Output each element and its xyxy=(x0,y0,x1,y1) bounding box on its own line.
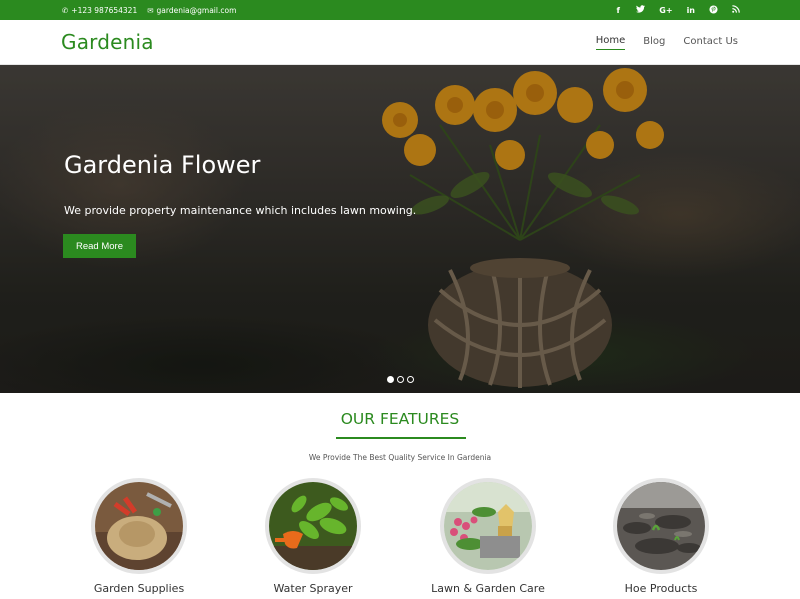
feature-label[interactable]: Lawn & Garden Care xyxy=(398,582,578,595)
envelope-icon: ✉ xyxy=(147,5,154,15)
feature-label[interactable]: Garden Supplies xyxy=(49,582,229,595)
main-navigation: Home Blog Contact Us xyxy=(595,20,738,65)
email-contact[interactable]: ✉ gardenia@gmail.com xyxy=(147,6,236,15)
contact-info: ✆ +123 987654321 ✉ gardenia@gmail.com xyxy=(62,0,236,20)
hero-title: Gardenia Flower xyxy=(64,151,261,179)
lawn-garden-care-image[interactable] xyxy=(440,478,536,574)
site-header: Gardenia Home Blog Contact Us xyxy=(0,20,800,65)
hero-overlay xyxy=(0,65,800,393)
nav-item-home[interactable]: Home xyxy=(595,35,626,50)
twitter-icon[interactable] xyxy=(636,5,646,15)
feature-card-hoe-products[interactable]: Hoe Products xyxy=(611,478,711,595)
pinterest-icon[interactable] xyxy=(709,4,718,16)
hero-subtitle: We provide property maintenance which in… xyxy=(64,204,417,217)
read-more-button[interactable]: Read More xyxy=(63,234,136,258)
nav-item-blog[interactable]: Blog xyxy=(643,36,665,50)
slider-dot-1[interactable] xyxy=(387,376,394,383)
email-address[interactable]: gardenia@gmail.com xyxy=(157,6,237,15)
facebook-icon[interactable]: f xyxy=(614,6,622,15)
rss-icon[interactable] xyxy=(732,5,740,15)
features-heading-underline xyxy=(336,437,466,439)
social-links: f G+ in xyxy=(614,0,740,20)
feature-label[interactable]: Hoe Products xyxy=(571,582,751,595)
feature-card-garden-supplies[interactable]: Garden Supplies xyxy=(89,478,189,595)
phone-icon: ✆ xyxy=(62,5,69,15)
phone-number: +123 987654321 xyxy=(71,5,138,15)
feature-label[interactable]: Water Sprayer xyxy=(223,582,403,595)
garden-supplies-image[interactable] xyxy=(91,478,187,574)
features-heading: OUR FEATURES xyxy=(340,410,460,428)
site-logo[interactable]: Gardenia xyxy=(61,30,154,54)
feature-card-water-sprayer[interactable]: Water Sprayer xyxy=(263,478,363,595)
water-sprayer-image[interactable] xyxy=(265,478,361,574)
google-plus-icon[interactable]: G+ xyxy=(659,6,672,15)
linkedin-icon[interactable]: in xyxy=(687,6,695,15)
slider-pagination xyxy=(387,376,414,383)
nav-item-contact-us[interactable]: Contact Us xyxy=(683,36,738,50)
hoe-products-image[interactable] xyxy=(613,478,709,574)
slider-dot-3[interactable] xyxy=(407,376,414,383)
features-subheading: We Provide The Best Quality Service In G… xyxy=(308,453,492,462)
feature-card-lawn-garden-care[interactable]: Lawn & Garden Care xyxy=(431,478,545,595)
phone-contact: ✆ +123 987654321 xyxy=(62,6,137,15)
slider-dot-2[interactable] xyxy=(397,376,404,383)
hero-slider: Gardenia Flower We provide property main… xyxy=(0,65,800,393)
top-bar: ✆ +123 987654321 ✉ gardenia@gmail.com f … xyxy=(0,0,800,20)
